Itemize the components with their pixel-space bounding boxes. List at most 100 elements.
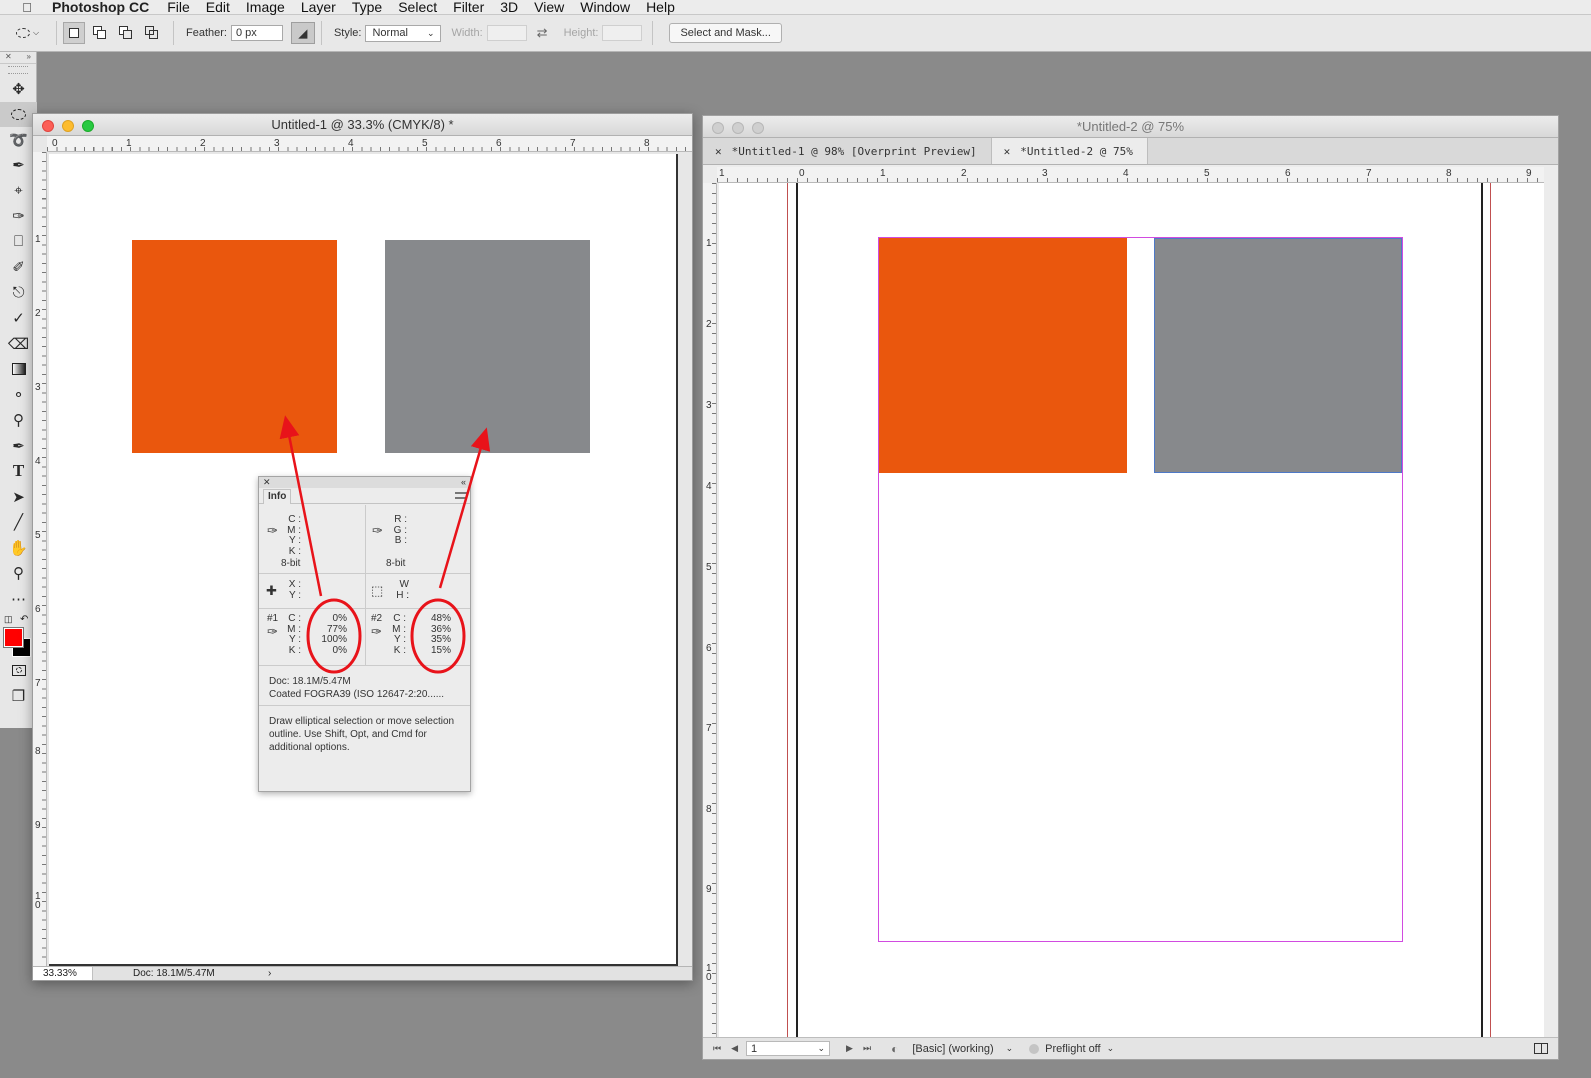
bit-depth: 8-bit bbox=[386, 558, 406, 569]
menu-3d[interactable]: 3D bbox=[500, 0, 518, 15]
ruler-label: 8 bbox=[35, 746, 41, 757]
tab-untitled-1[interactable]: ✕ *Untitled-1 @ 98% [Overprint Preview] bbox=[703, 138, 992, 164]
style-status[interactable]: [Basic] (working) bbox=[912, 1043, 993, 1055]
info-label: C : bbox=[288, 514, 301, 525]
panel-grip[interactable] bbox=[8, 66, 28, 74]
doc-size: Doc: 18.1M/5.47M bbox=[133, 968, 215, 979]
ruler-label: 3 bbox=[274, 138, 280, 149]
page-action-icon[interactable]: ◐ bbox=[891, 1042, 898, 1056]
ruler-label: 7 bbox=[1366, 168, 1372, 179]
swap-dimensions-icon[interactable]: ⇄ bbox=[537, 25, 548, 41]
info-label: Y : bbox=[288, 589, 301, 601]
preflight-status[interactable]: Preflight off bbox=[1045, 1043, 1100, 1055]
bleed-guide bbox=[787, 183, 788, 1039]
eyedropper-icon[interactable]: ✑ bbox=[267, 523, 278, 539]
style-select[interactable]: Normal ⌄ bbox=[365, 24, 442, 42]
zoom-field[interactable]: 33.33% bbox=[33, 967, 93, 980]
intersect-selection-button[interactable] bbox=[141, 22, 163, 44]
document-info: Doc: 18.1M/5.47M Coated FOGRA39 (ISO 126… bbox=[269, 675, 444, 701]
vertical-ruler[interactable] bbox=[33, 152, 47, 966]
menu-view[interactable]: View bbox=[534, 0, 564, 15]
tool-preset-picker[interactable]: ⌵ bbox=[16, 22, 50, 44]
next-page-icon[interactable]: ▶ bbox=[846, 1043, 853, 1054]
close-icon[interactable]: ✕ bbox=[715, 145, 722, 158]
ruler-label: 0 bbox=[799, 168, 805, 179]
bleed-guide bbox=[1490, 183, 1491, 1039]
gray-rectangle[interactable] bbox=[1154, 238, 1402, 473]
horizontal-ruler[interactable] bbox=[717, 167, 1544, 183]
chevron-right-icon[interactable]: › bbox=[268, 968, 271, 979]
horizontal-ruler[interactable] bbox=[47, 136, 692, 152]
menu-image[interactable]: Image bbox=[246, 0, 285, 15]
first-page-icon[interactable]: ⏮ bbox=[713, 1043, 721, 1054]
menu-window[interactable]: Window bbox=[580, 0, 630, 15]
eyedropper-icon[interactable]: ✑ bbox=[372, 523, 383, 539]
ruler-label: 7 bbox=[706, 723, 712, 734]
menu-select[interactable]: Select bbox=[398, 0, 437, 15]
add-selection-button[interactable] bbox=[89, 22, 111, 44]
elliptical-marquee-icon bbox=[16, 28, 30, 38]
menu-type[interactable]: Type bbox=[352, 0, 382, 15]
gray-rectangle[interactable] bbox=[385, 240, 590, 453]
minimize-window-icon[interactable] bbox=[62, 120, 74, 132]
chevron-down-icon[interactable]: ⌄ bbox=[1107, 1043, 1115, 1054]
width-input[interactable] bbox=[486, 25, 527, 41]
ruler-label: 9 bbox=[35, 820, 41, 831]
height-input[interactable] bbox=[602, 25, 643, 41]
ruler-label: 1 bbox=[719, 168, 725, 179]
close-window-icon[interactable] bbox=[42, 120, 54, 132]
vertical-ruler[interactable] bbox=[703, 183, 717, 1039]
zoom-window-icon[interactable] bbox=[752, 122, 764, 134]
color-sampler-icon[interactable]: ✑ bbox=[371, 624, 382, 640]
width-label: Width: bbox=[451, 27, 483, 39]
orange-rectangle[interactable] bbox=[879, 238, 1127, 473]
panel-menu-icon[interactable] bbox=[455, 492, 467, 499]
close-icon[interactable]: ✕ bbox=[5, 52, 12, 63]
foreground-color-swatch[interactable] bbox=[3, 626, 24, 648]
divider bbox=[259, 705, 470, 706]
expand-icon[interactable]: » bbox=[27, 52, 31, 63]
color-sampler-icon[interactable]: ✑ bbox=[267, 624, 278, 640]
apple-icon[interactable]:  bbox=[18, 0, 36, 15]
collapse-icon[interactable]: « bbox=[461, 477, 466, 488]
previous-page-icon[interactable]: ◀ bbox=[731, 1043, 738, 1054]
anti-alias-toggle[interactable]: ◢ bbox=[290, 22, 315, 44]
ruler-label: 0 bbox=[52, 138, 58, 149]
chevron-down-icon: ⌄ bbox=[817, 1043, 826, 1053]
tab-info[interactable]: Info bbox=[263, 489, 292, 504]
window-titlebar[interactable]: *Untitled-2 @ 75% bbox=[703, 116, 1558, 138]
orange-rectangle[interactable] bbox=[132, 240, 337, 453]
sample1-k: 0% bbox=[332, 644, 347, 656]
ruler-label: 4 bbox=[348, 138, 354, 149]
window-title: *Untitled-2 @ 75% bbox=[1076, 119, 1185, 134]
app-menu[interactable]: Photoshop CC bbox=[52, 0, 149, 15]
ruler-label: 5 bbox=[706, 562, 712, 573]
feather-input[interactable]: 0 px bbox=[230, 25, 283, 41]
menu-layer[interactable]: Layer bbox=[301, 0, 336, 15]
chevron-down-icon[interactable]: ⌄ bbox=[1006, 1043, 1014, 1054]
close-window-icon[interactable] bbox=[712, 122, 724, 134]
ruler-label: 3 bbox=[706, 400, 712, 411]
move-tool-icon[interactable]: ✥ bbox=[0, 76, 37, 102]
zoom-window-icon[interactable] bbox=[82, 120, 94, 132]
close-icon[interactable]: ✕ bbox=[263, 477, 271, 488]
pasteboard[interactable] bbox=[719, 183, 1544, 1039]
minimize-window-icon[interactable] bbox=[732, 122, 744, 134]
window-titlebar[interactable]: Untitled-1 @ 33.3% (CMYK/8) * bbox=[33, 114, 692, 136]
split-view-icon[interactable] bbox=[1534, 1043, 1548, 1054]
menu-filter[interactable]: Filter bbox=[453, 0, 484, 15]
page-select[interactable]: 1 ⌄ bbox=[746, 1041, 831, 1056]
default-colors-icon[interactable]: ◫ bbox=[4, 614, 13, 625]
info-label: Y : bbox=[393, 634, 406, 645]
menu-help[interactable]: Help bbox=[646, 0, 675, 15]
select-and-mask-button[interactable]: Select and Mask... bbox=[669, 23, 782, 43]
last-page-icon[interactable]: ⏭ bbox=[863, 1043, 871, 1054]
menu-edit[interactable]: Edit bbox=[206, 0, 230, 15]
ruler-label: 3 bbox=[35, 382, 41, 393]
menu-file[interactable]: File bbox=[167, 0, 190, 15]
swap-colors-icon[interactable]: ↶ bbox=[20, 614, 28, 625]
new-selection-button[interactable] bbox=[63, 22, 85, 44]
tab-untitled-2[interactable]: ✕ *Untitled-2 @ 75% bbox=[991, 138, 1148, 164]
subtract-selection-button[interactable] bbox=[115, 22, 137, 44]
close-icon[interactable]: ✕ bbox=[1004, 145, 1011, 158]
